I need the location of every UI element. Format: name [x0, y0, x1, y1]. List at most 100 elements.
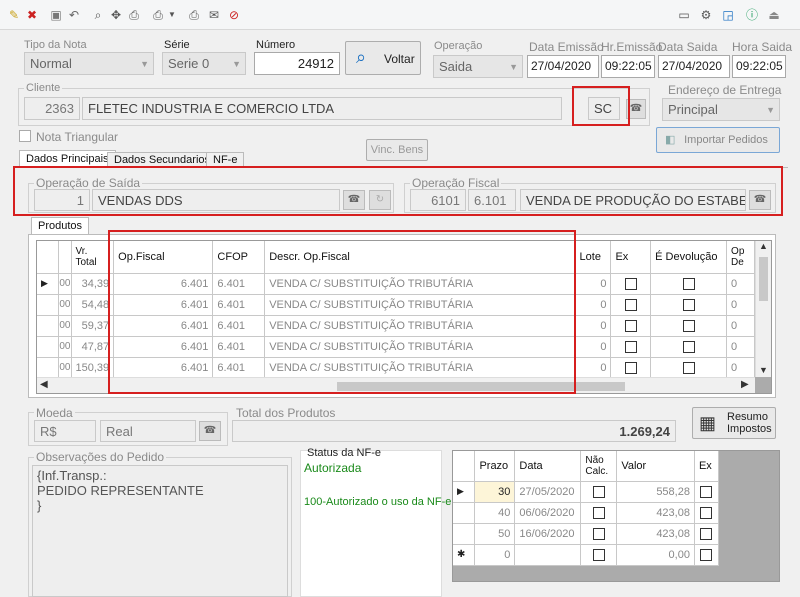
cliente-name-field[interactable]: FLETEC INDUSTRIA E COMERCIO LTDA: [82, 97, 562, 120]
observacoes-textarea[interactable]: {Inf.Transp.: PEDIDO REPRESENTANTE }: [32, 465, 288, 597]
scroll-thumb[interactable]: [759, 257, 768, 301]
nao-calc-checkbox[interactable]: [592, 527, 605, 540]
devolucao-checkbox[interactable]: [682, 277, 695, 290]
resumo-impostos-button[interactable]: ▦ Resumo Impostos: [692, 407, 776, 439]
devolucao-checkbox[interactable]: [682, 361, 695, 374]
devolucao-checkbox[interactable]: [682, 340, 695, 353]
table-row[interactable]: 40 06/06/2020 423,08: [453, 502, 720, 524]
edit-icon[interactable]: ✎: [6, 7, 22, 23]
vinc-bens-button[interactable]: Vinc. Bens: [366, 139, 428, 161]
importar-pedidos-button[interactable]: ◧ Importar Pedidos: [656, 127, 780, 153]
devolucao-checkbox[interactable]: [682, 298, 695, 311]
scroll-left-icon[interactable]: ◀: [40, 379, 48, 390]
table-row[interactable]: 00 150,39 6.401 6.401 VENDA C/ SUBSTITUI…: [37, 357, 755, 379]
help-icon[interactable]: ⓘ: [744, 7, 760, 23]
tab-nfe[interactable]: NF-e: [206, 152, 245, 168]
vertical-scrollbar[interactable]: ▲ ▼: [755, 241, 771, 377]
tab-dados-principais[interactable]: Dados Principais: [19, 150, 116, 168]
tab-produtos[interactable]: Produtos: [31, 217, 90, 235]
hora-saida-field[interactable]: 09:22:05: [732, 55, 786, 78]
undo-icon[interactable]: ↶: [66, 7, 82, 23]
block-icon[interactable]: ⊘: [226, 7, 242, 23]
print-dropdown-icon[interactable]: ▼: [164, 7, 180, 23]
table-row[interactable]: 00 59,37 6.401 6.401 VENDA C/ SUBSTITUIÇ…: [37, 315, 755, 337]
lookup-icon[interactable]: ☎: [343, 190, 365, 210]
data-emissao-field[interactable]: 27/04/2020: [527, 55, 599, 78]
screen-icon[interactable]: ▭: [676, 7, 692, 23]
settings-icon[interactable]: ⚙: [698, 7, 714, 23]
cell-prazo[interactable]: 40: [474, 502, 516, 524]
table-row[interactable]: ▶ 00 34,39 6.401 6.401 VENDA C/ SUBSTITU…: [37, 273, 755, 295]
table-row-new[interactable]: ✱ 0 0,00: [453, 544, 720, 566]
nota-triangular-checkbox[interactable]: [19, 130, 31, 142]
ex-checkbox[interactable]: [624, 361, 637, 374]
printer-icon-2[interactable]: ⎙: [186, 7, 202, 23]
cell-prazo[interactable]: 30: [474, 481, 516, 503]
vr-total-header[interactable]: Vr. Total: [71, 241, 115, 274]
ex-checkbox[interactable]: [700, 485, 713, 498]
scroll-up-icon[interactable]: ▲: [759, 241, 768, 251]
devolucao-header[interactable]: É Devolução: [650, 241, 728, 274]
op-fiscal-header[interactable]: Op.Fiscal: [113, 241, 214, 274]
save-icon[interactable]: ▣: [48, 7, 64, 23]
op-de-header[interactable]: Op De: [726, 241, 755, 274]
tipo-nota-select[interactable]: Normal ▼: [24, 52, 154, 75]
endereco-select[interactable]: Principal ▼: [662, 98, 780, 121]
total-produtos-field[interactable]: 1.269,24: [232, 420, 676, 442]
ex-header[interactable]: Ex: [694, 451, 720, 482]
scroll-down-icon[interactable]: ▼: [759, 365, 768, 375]
operacao-saida-desc[interactable]: VENDAS DDS: [92, 189, 340, 211]
refresh-icon[interactable]: ↻: [369, 190, 391, 210]
scroll-thumb[interactable]: [337, 382, 625, 391]
horizontal-scrollbar[interactable]: ◀ ▶: [37, 377, 755, 393]
operacao-fiscal-cfop[interactable]: 6.101: [468, 189, 516, 211]
ex-checkbox[interactable]: [700, 548, 713, 561]
lookup-icon[interactable]: ☎: [749, 190, 771, 210]
operacao-saida-code[interactable]: 1: [34, 189, 90, 211]
cell-prazo[interactable]: 50: [474, 523, 516, 545]
operacao-select[interactable]: Saida ▼: [433, 55, 523, 78]
lookup-icon[interactable]: ☎: [626, 99, 646, 119]
serie-select[interactable]: Serie 0 ▼: [162, 52, 246, 75]
valor-header[interactable]: Valor: [616, 451, 695, 482]
cancel-icon[interactable]: ✖: [24, 7, 40, 23]
nao-calc-checkbox[interactable]: [592, 485, 605, 498]
print-icon[interactable]: ⎙: [126, 7, 142, 23]
numero-field[interactable]: 24912: [254, 52, 340, 75]
table-row[interactable]: 00 47,87 6.401 6.401 VENDA C/ SUBSTITUIÇ…: [37, 336, 755, 358]
operacao-fiscal-desc[interactable]: VENDA DE PRODUÇÃO DO ESTABE: [520, 189, 746, 211]
devolucao-checkbox[interactable]: [682, 319, 695, 332]
cliente-code-field[interactable]: 2363: [24, 97, 80, 120]
table-row[interactable]: ▶ 30 27/05/2020 558,28: [453, 481, 720, 503]
ex-checkbox[interactable]: [624, 319, 637, 332]
ex-header[interactable]: Ex: [610, 241, 652, 274]
nao-calc-checkbox[interactable]: [592, 548, 605, 561]
hr-emissao-field[interactable]: 09:22:05: [601, 55, 655, 78]
lookup-icon[interactable]: ☎: [199, 421, 221, 441]
nao-calc-header[interactable]: Não Calc.: [580, 451, 618, 482]
tab-dados-secundarios[interactable]: Dados Secundarios: [107, 152, 218, 168]
data-header[interactable]: Data: [514, 451, 582, 482]
voltar-button[interactable]: ⌕ Voltar: [345, 41, 421, 75]
moeda-code[interactable]: R$: [34, 420, 96, 442]
window-icon[interactable]: ◲: [720, 7, 736, 23]
email-icon[interactable]: ✉: [206, 7, 222, 23]
ex-checkbox[interactable]: [624, 277, 637, 290]
ex-checkbox[interactable]: [624, 340, 637, 353]
ex-checkbox[interactable]: [624, 298, 637, 311]
cfop-header[interactable]: CFOP: [212, 241, 266, 274]
cliente-uf-field[interactable]: SC: [588, 97, 620, 120]
exit-icon[interactable]: ⏏: [766, 7, 782, 23]
prazo-header[interactable]: Prazo: [474, 451, 516, 482]
move-icon[interactable]: ✥: [108, 7, 124, 23]
search-icon[interactable]: ⌕: [90, 7, 106, 23]
nao-calc-checkbox[interactable]: [592, 506, 605, 519]
operacao-fiscal-code[interactable]: 6101: [410, 189, 466, 211]
ex-checkbox[interactable]: [700, 527, 713, 540]
moeda-name[interactable]: Real: [100, 420, 196, 442]
data-saida-field[interactable]: 27/04/2020: [658, 55, 730, 78]
table-row[interactable]: 00 54,48 6.401 6.401 VENDA C/ SUBSTITUIÇ…: [37, 294, 755, 316]
lote-header[interactable]: Lote: [575, 241, 612, 274]
ex-checkbox[interactable]: [700, 506, 713, 519]
cell-prazo[interactable]: 0: [474, 544, 516, 566]
